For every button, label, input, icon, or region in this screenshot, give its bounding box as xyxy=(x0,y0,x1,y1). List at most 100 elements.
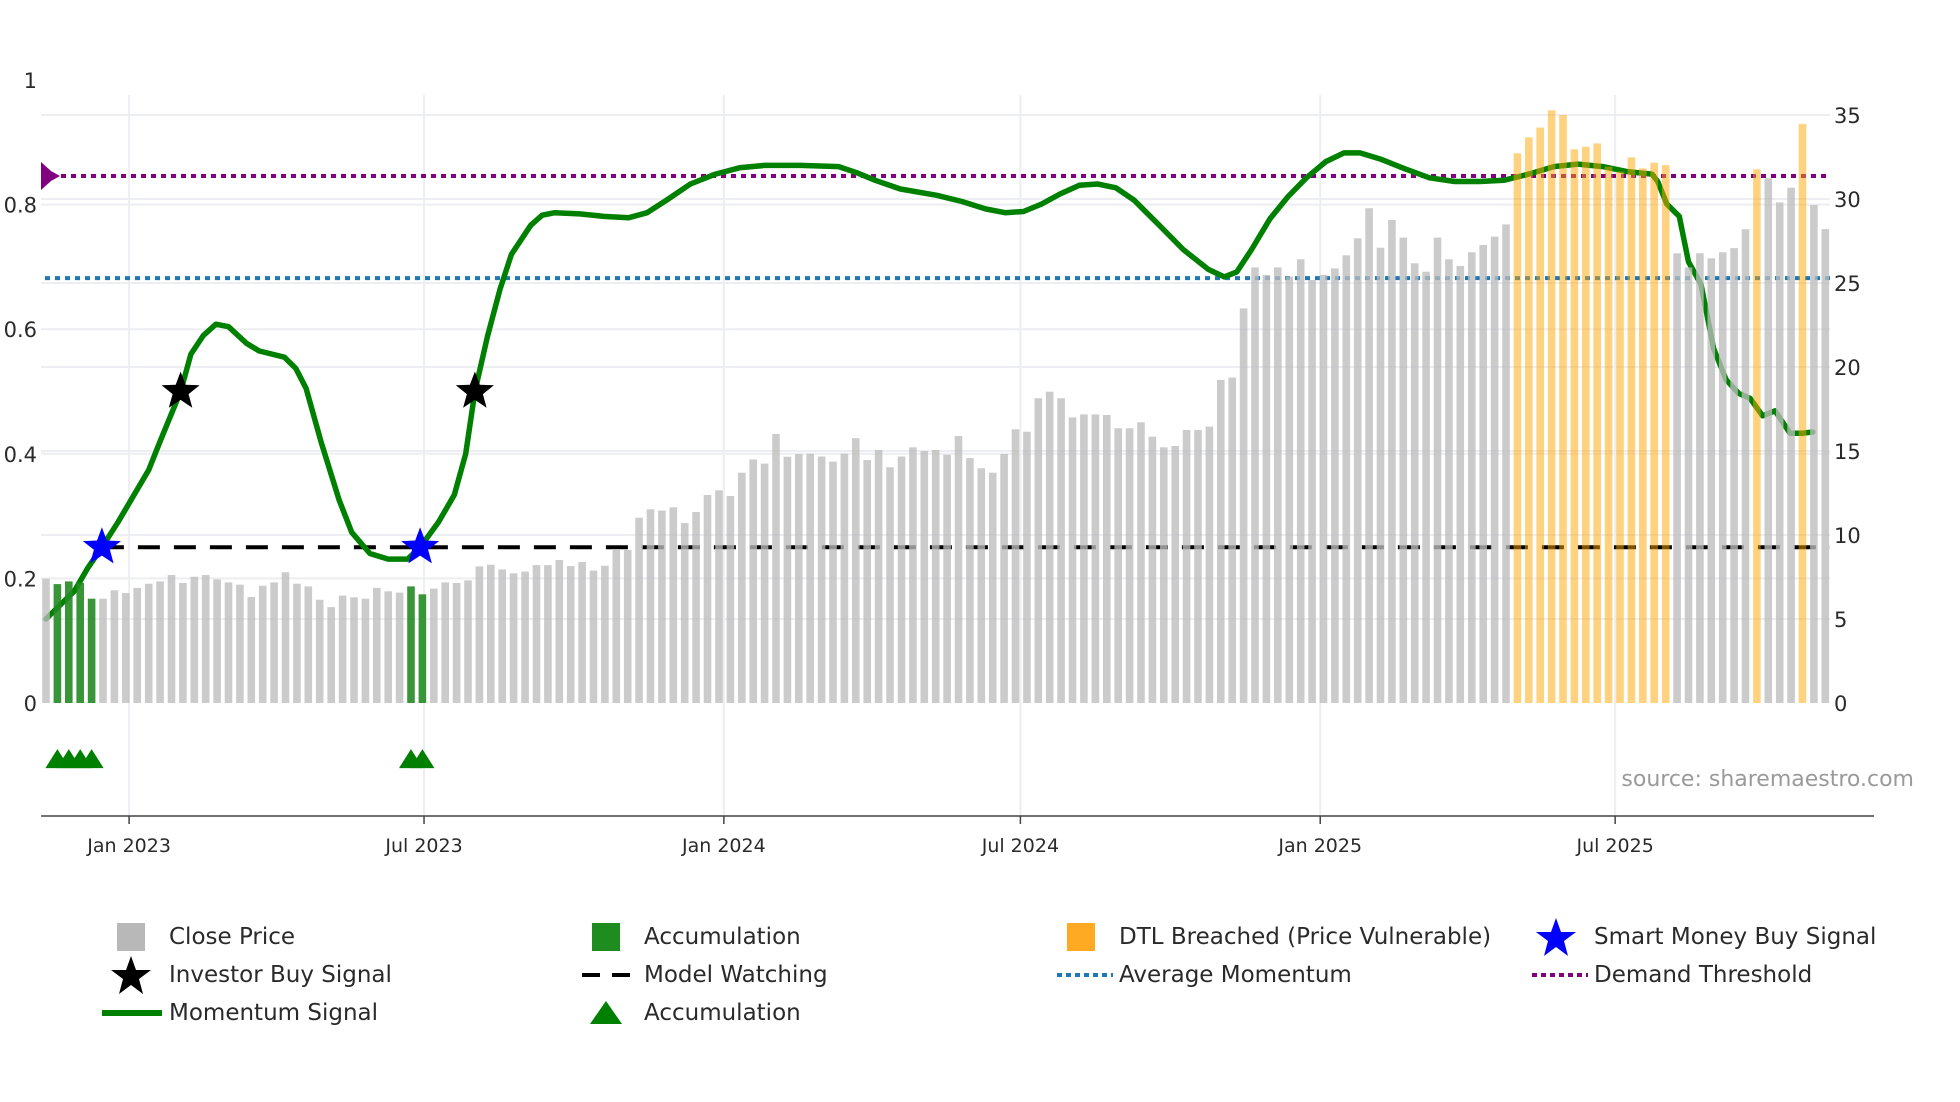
dtl-breached-bar xyxy=(1639,168,1647,704)
legend-item-momentum-signal[interactable]: Momentum Signal xyxy=(102,996,379,1030)
close-price-bar xyxy=(338,595,347,703)
close-price-bar xyxy=(578,562,586,703)
close-price-bar xyxy=(247,597,256,703)
close-price-bar xyxy=(680,523,689,703)
dtl-breached-bar xyxy=(1570,149,1579,704)
demand-threshold-marker xyxy=(41,161,60,190)
gray-square-icon xyxy=(105,920,169,954)
legend-label: Momentum Signal xyxy=(169,1000,379,1026)
close-price-bar xyxy=(1091,414,1100,703)
close-price-bar xyxy=(464,580,472,703)
close-price-bar xyxy=(1445,259,1453,703)
close-price-bar xyxy=(1000,454,1008,703)
legend-item-demand-threshold[interactable]: Demand Threshold xyxy=(1530,958,1812,992)
source-label: source: sharemaestro.com xyxy=(1621,767,1914,792)
dtl-breached-bar xyxy=(1753,169,1761,704)
close-price-bar xyxy=(863,460,871,703)
legend-label: Accumulation xyxy=(644,924,801,950)
investor-buy-star-icon xyxy=(161,371,200,408)
close-price-bar xyxy=(452,583,461,703)
close-price-bar xyxy=(612,550,621,703)
close-price-bar xyxy=(1707,258,1716,703)
dtl-breached-bar xyxy=(1661,165,1670,704)
close-price-bar xyxy=(1296,259,1305,703)
green-triangle-icon xyxy=(580,996,644,1030)
close-price-bar xyxy=(544,565,552,703)
close-price-bar xyxy=(509,573,518,703)
close-price-bar xyxy=(1262,274,1271,703)
close-price-bar xyxy=(555,560,564,703)
close-price-bar xyxy=(1228,377,1236,703)
close-price-bar xyxy=(692,512,700,703)
close-price-bar xyxy=(977,468,986,703)
close-price-bar xyxy=(1764,178,1773,704)
left-tick-label: 1 xyxy=(24,69,37,93)
close-price-bar xyxy=(806,453,814,703)
legend-item-accumulation-bar[interactable]: Accumulation xyxy=(580,920,801,954)
dtl-breached-bar xyxy=(1513,153,1522,704)
close-price-bar xyxy=(1468,252,1476,704)
close-price-bar xyxy=(1376,247,1385,703)
dtl-breached-bar xyxy=(1525,137,1533,704)
close-price-bar xyxy=(1274,267,1282,703)
left-tick-label: 0.4 xyxy=(4,443,37,467)
close-price-bar xyxy=(1730,248,1738,703)
close-price-bar xyxy=(1285,276,1294,703)
close-price-bar xyxy=(669,507,678,703)
close-price-bar xyxy=(521,571,529,703)
left-tick-label: 0 xyxy=(24,692,37,716)
close-price-bar xyxy=(373,587,381,703)
close-price-bar xyxy=(1331,268,1339,703)
close-price-bar xyxy=(897,456,906,703)
close-price-bar xyxy=(566,566,575,703)
close-price-bar xyxy=(315,599,324,703)
right-tick-label: 35 xyxy=(1834,104,1861,128)
left-tick-label: 0.6 xyxy=(4,318,37,342)
legend-item-investor-buy[interactable]: Investor Buy Signal xyxy=(105,956,392,994)
close-price-bar xyxy=(1319,274,1328,703)
x-tick-label: Jul 2024 xyxy=(981,835,1059,857)
close-price-bar xyxy=(361,598,370,703)
close-price-bar xyxy=(1741,229,1750,703)
close-price-bar xyxy=(1194,430,1202,703)
legend-item-accumulation-marker[interactable]: Accumulation xyxy=(580,996,801,1030)
right-tick-label: 30 xyxy=(1834,188,1861,212)
legend-item-close-price[interactable]: Close Price xyxy=(105,920,295,954)
accumulation-bar xyxy=(53,584,62,703)
close-price-bar xyxy=(658,510,666,703)
close-price-bar xyxy=(1810,205,1818,703)
legend-item-dtl-breached[interactable]: DTL Breached (Price Vulnerable) xyxy=(1055,920,1491,954)
close-price-bar xyxy=(1125,428,1134,703)
close-price-bar xyxy=(224,582,233,703)
legend-item-average-momentum[interactable]: Average Momentum xyxy=(1055,958,1352,992)
close-price-bar xyxy=(190,576,199,703)
dotted-purple-line-icon xyxy=(1530,958,1594,992)
close-price-bar xyxy=(703,495,712,703)
close-price-bar xyxy=(327,607,335,703)
close-price-bar xyxy=(874,450,883,703)
close-price-bar xyxy=(395,592,404,703)
close-price-bar xyxy=(1045,391,1054,703)
accumulation-bar xyxy=(87,598,96,703)
dtl-breached-bar xyxy=(1547,110,1556,704)
close-price-bar xyxy=(167,575,176,703)
close-price-bar xyxy=(1011,429,1020,703)
close-price-bar xyxy=(954,436,963,703)
close-price-bar xyxy=(1217,379,1225,703)
close-price-bar xyxy=(817,456,826,703)
close-price-bar xyxy=(498,569,506,703)
close-price-bar xyxy=(258,585,267,703)
right-tick-label: 10 xyxy=(1834,524,1861,548)
left-tick-label: 0.8 xyxy=(4,194,37,218)
close-price-bar xyxy=(236,584,244,703)
close-price-bar xyxy=(1171,446,1179,703)
close-price-bar xyxy=(795,454,803,703)
legend-label: DTL Breached (Price Vulnerable) xyxy=(1119,924,1492,950)
legend-item-smart-money[interactable]: Smart Money Buy Signal xyxy=(1530,918,1877,956)
close-price-bar xyxy=(726,496,735,703)
legend-item-model-watching[interactable]: Model Watching xyxy=(580,958,828,992)
close-price-bar xyxy=(886,467,894,703)
close-price-bar xyxy=(1673,253,1681,704)
legend-label: Smart Money Buy Signal xyxy=(1594,924,1877,950)
close-price-bar xyxy=(1148,436,1157,703)
